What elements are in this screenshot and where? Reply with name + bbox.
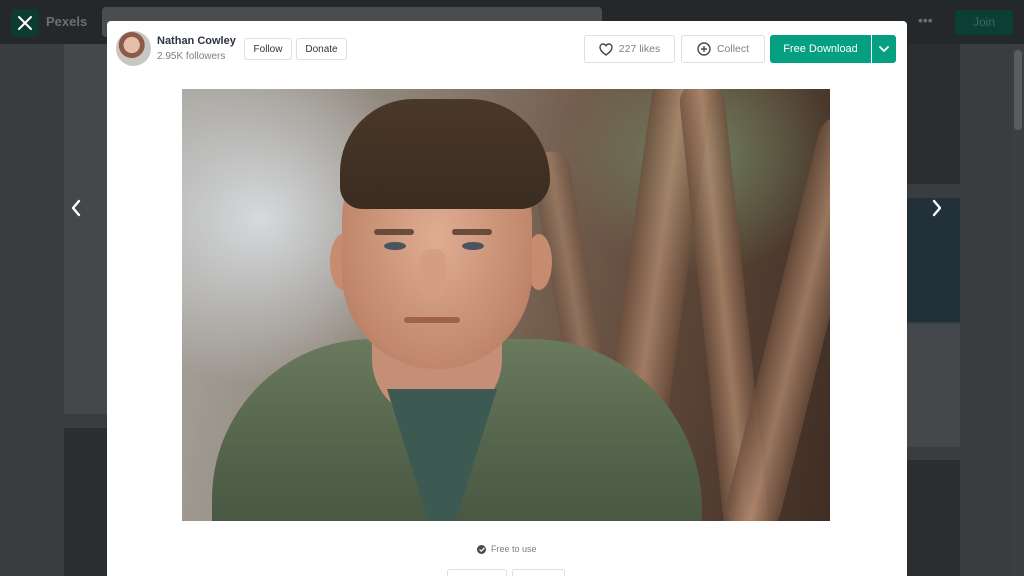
free-download-button[interactable]: Free Download [770,35,871,63]
heart-icon [599,42,613,56]
chevron-down-icon [879,45,889,52]
close-icon [18,16,32,30]
background-photo-tile [64,428,108,576]
chevron-right-icon [932,199,942,217]
photo-info-button[interactable] [512,569,565,576]
like-button[interactable]: 227 likes [584,35,675,63]
page-scrollbar-thumb[interactable] [1014,50,1022,130]
more-dots-icon: ••• [918,12,933,28]
download-options-button[interactable] [872,35,896,63]
collect-button[interactable]: Collect [681,35,765,63]
site-brand: Pexels [46,14,88,29]
join-button: Join [955,10,1013,35]
close-button[interactable] [11,9,39,37]
author-followers: 2.95K followers [157,50,226,62]
main-photo[interactable] [182,89,830,521]
avatar[interactable] [116,31,151,66]
background-photo-tile [64,44,108,414]
chevron-left-icon [71,199,81,217]
likes-count: 227 likes [618,43,661,55]
background-photo-tile [907,44,960,184]
license-note[interactable]: Free to use [477,544,537,554]
donate-button[interactable]: Donate [296,38,347,60]
author-block[interactable]: Nathan Cowley 2.95K followers [116,31,236,66]
follow-button[interactable]: Follow [244,38,292,60]
author-name[interactable]: Nathan Cowley [157,34,236,48]
collect-label: Collect [716,43,750,55]
background-photo-tile [907,324,960,447]
next-photo-button[interactable] [925,196,949,220]
license-text: Free to use [491,544,537,554]
add-circle-icon [697,42,711,56]
previous-photo-button[interactable] [64,196,88,220]
photo-modal: Nathan Cowley 2.95K followers Follow Don… [107,21,907,576]
background-photo-tile [907,460,960,576]
photo-details-button[interactable] [447,569,507,576]
check-circle-icon [477,544,486,554]
